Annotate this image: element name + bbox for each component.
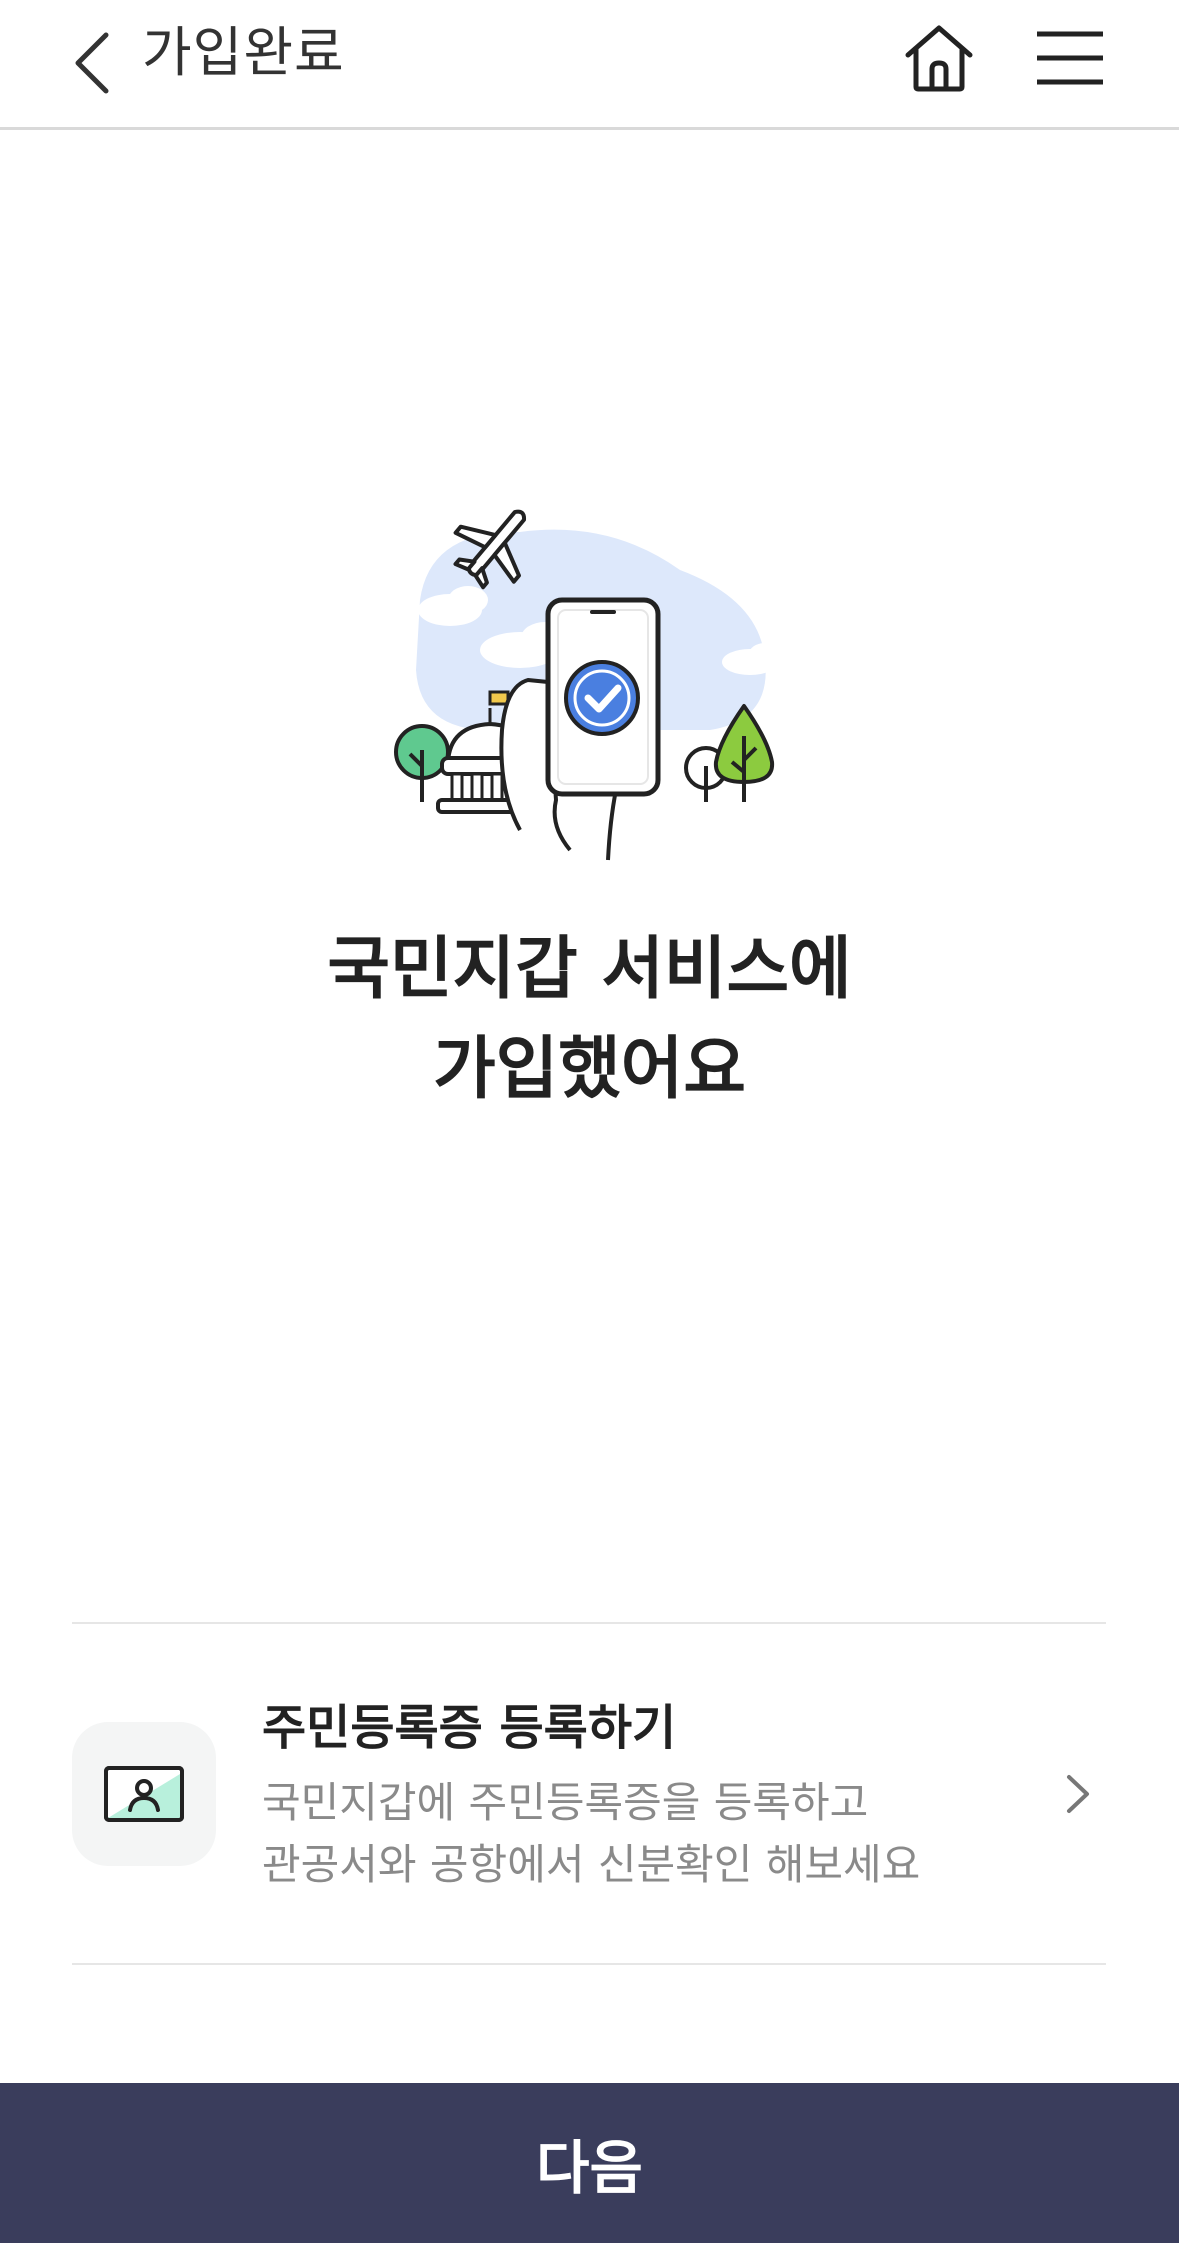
completion-headline: 국민지갑 서비스에 가입했어요	[0, 920, 1179, 1120]
back-button[interactable]	[62, 18, 122, 108]
headline-line-1: 국민지갑 서비스에	[327, 930, 852, 1009]
divider	[72, 1963, 1106, 1965]
top-app-bar: 가입완료	[0, 0, 1179, 130]
description-line-2: 관공서와 공항에서 신분확인 해보세요	[262, 1840, 921, 1889]
phone-check-illustration	[380, 490, 800, 870]
next-button[interactable]: 다음	[0, 2083, 1179, 2243]
chevron-left-icon	[75, 32, 109, 94]
home-icon	[905, 25, 973, 92]
description-line-1: 국민지갑에 주민등록증을 등록하고	[262, 1778, 869, 1827]
hamburger-menu-icon	[1037, 31, 1103, 85]
page-title: 가입완료	[142, 21, 345, 84]
menu-button[interactable]	[1030, 20, 1110, 96]
home-button[interactable]	[898, 18, 980, 98]
id-card-icon	[104, 1766, 184, 1822]
headline-line-2: 가입했어요	[433, 1030, 746, 1109]
register-id-card-item[interactable]: 주민등록증 등록하기 국민지갑에 주민등록증을 등록하고 관공서와 공항에서 신…	[72, 1624, 1106, 1963]
id-card-icon-container	[72, 1722, 216, 1866]
chevron-right-icon	[1058, 1764, 1098, 1824]
screen: 가입완료 국민지갑 서비스에 가입했어요 주민등록증 등록하기 국민지갑에 주민…	[0, 0, 1179, 2243]
register-id-card-description: 국민지갑에 주민등록증을 등록하고 관공서와 공항에서 신분확인 해보세요	[262, 1772, 1022, 1896]
register-id-card-title: 주민등록증 등록하기	[262, 1700, 677, 1756]
